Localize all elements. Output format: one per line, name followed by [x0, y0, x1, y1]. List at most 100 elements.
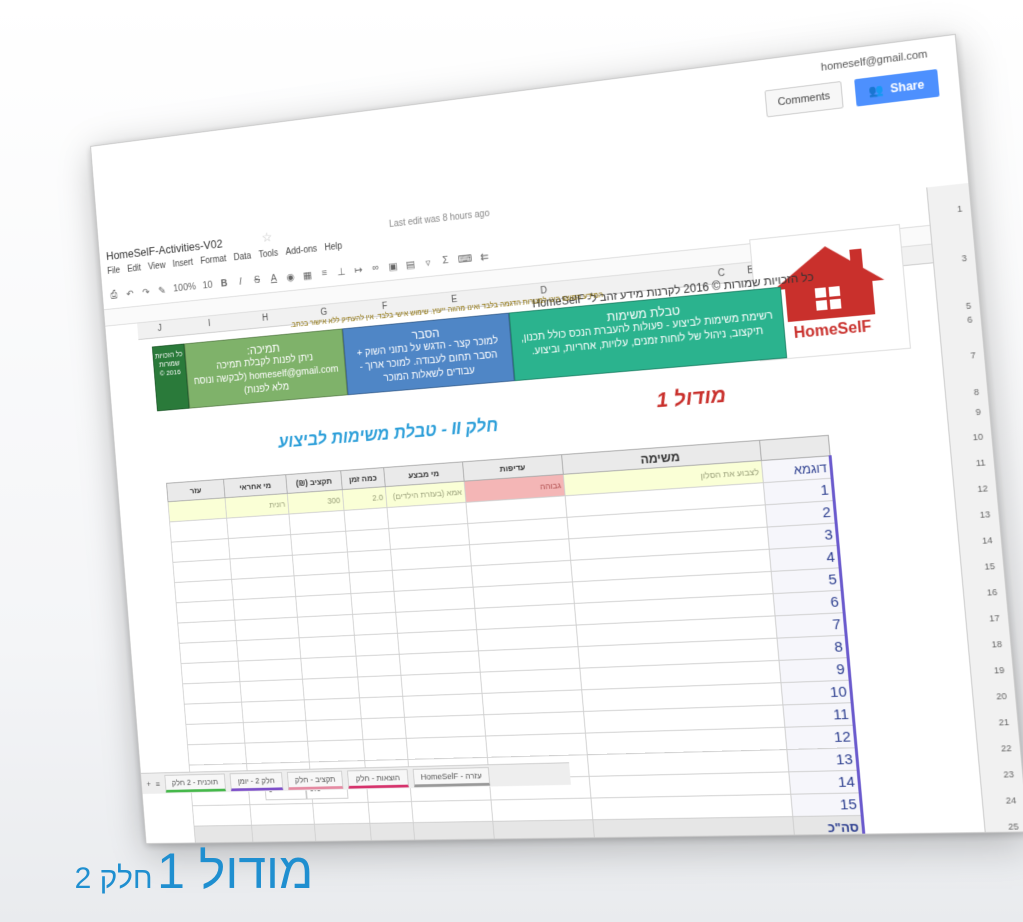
- chart-icon[interactable]: ▤: [405, 258, 416, 271]
- row-number[interactable]: 7: [970, 350, 976, 360]
- comment-icon[interactable]: ▣: [387, 260, 398, 273]
- column-i[interactable]: I: [208, 319, 211, 329]
- menu-insert[interactable]: Insert: [172, 258, 193, 270]
- priority-cell[interactable]: [483, 711, 586, 737]
- comments-button[interactable]: Comments: [764, 80, 844, 118]
- help-cell[interactable]: [180, 661, 240, 684]
- responsible-cell[interactable]: [243, 720, 308, 744]
- budget-cell[interactable]: [302, 676, 360, 700]
- sheet-tab[interactable]: הוצאות - חלק: [347, 768, 409, 789]
- time-cell[interactable]: [356, 654, 401, 677]
- account-email[interactable]: homeself@gmail.com: [821, 48, 929, 73]
- row-number[interactable]: 16: [986, 587, 997, 597]
- menu-addons[interactable]: Add-ons: [285, 244, 317, 257]
- column-j[interactable]: J: [157, 324, 162, 334]
- time-cell[interactable]: [368, 801, 414, 824]
- row-number[interactable]: 6: [967, 315, 973, 325]
- row-number[interactable]: 5: [966, 301, 972, 311]
- zoom-select[interactable]: 100%: [173, 281, 197, 294]
- budget-cell[interactable]: [307, 739, 365, 762]
- budget-cell[interactable]: [299, 635, 357, 659]
- help-cell[interactable]: [179, 640, 239, 664]
- borders-icon[interactable]: ▦: [302, 269, 313, 282]
- add-sheet-icon[interactable]: +: [146, 779, 151, 788]
- time-cell[interactable]: [361, 717, 407, 740]
- menu-format[interactable]: Format: [200, 254, 227, 267]
- row-number[interactable]: 9: [975, 407, 981, 417]
- row-number[interactable]: 3: [961, 253, 967, 263]
- responsible-cell[interactable]: [244, 741, 310, 764]
- font-size-select[interactable]: 10: [202, 280, 213, 292]
- who-cell[interactable]: [402, 693, 484, 718]
- help-cell[interactable]: [185, 722, 245, 745]
- responsible-cell[interactable]: [236, 637, 301, 662]
- priority-cell[interactable]: [485, 733, 588, 758]
- star-icon[interactable]: ☆: [261, 229, 273, 245]
- time-cell[interactable]: [347, 549, 393, 573]
- who-cell[interactable]: [406, 736, 488, 760]
- time-cell[interactable]: [352, 612, 398, 636]
- time-cell[interactable]: [357, 675, 403, 698]
- menu-tools[interactable]: Tools: [258, 248, 278, 260]
- valign-icon[interactable]: ⊥: [336, 265, 347, 278]
- rtl-icon[interactable]: ⇇: [479, 250, 491, 263]
- budget-cell[interactable]: [305, 718, 363, 742]
- help-cell[interactable]: [184, 702, 244, 725]
- responsible-cell[interactable]: [241, 699, 306, 723]
- italic-button[interactable]: I: [235, 276, 246, 288]
- menu-file[interactable]: File: [107, 266, 121, 277]
- menu-data[interactable]: Data: [233, 251, 251, 263]
- row-number[interactable]: 11: [975, 458, 986, 469]
- strike-button[interactable]: S: [252, 274, 263, 286]
- responsible-cell[interactable]: [249, 803, 315, 826]
- row-number[interactable]: 18: [991, 639, 1002, 649]
- column-d[interactable]: D: [540, 286, 547, 297]
- sheet-tab[interactable]: HomeSelF - עזרה: [412, 766, 491, 787]
- help-cell[interactable]: [187, 743, 247, 766]
- time-cell[interactable]: [362, 738, 408, 761]
- responsible-cell[interactable]: [234, 617, 300, 641]
- undo-icon[interactable]: ↶: [125, 287, 135, 299]
- help-cell[interactable]: [192, 804, 252, 827]
- help-cell[interactable]: [176, 599, 235, 624]
- text-color-button[interactable]: A: [268, 273, 279, 285]
- budget-cell[interactable]: [300, 656, 358, 680]
- time-cell[interactable]: [350, 591, 396, 615]
- row-number[interactable]: 13: [979, 509, 990, 520]
- time-cell[interactable]: [349, 570, 394, 594]
- row-number[interactable]: 19: [993, 665, 1004, 675]
- time-cell[interactable]: [354, 633, 400, 657]
- link-icon[interactable]: ∞: [370, 262, 381, 274]
- row-number[interactable]: 23: [1003, 769, 1014, 779]
- budget-cell[interactable]: [304, 697, 362, 721]
- who-cell[interactable]: [411, 799, 493, 823]
- sheet-list-icon[interactable]: ≡: [155, 779, 160, 788]
- row-number[interactable]: 24: [1005, 795, 1016, 805]
- priority-cell[interactable]: [490, 798, 593, 822]
- help-cell[interactable]: [177, 620, 237, 644]
- row-number[interactable]: 20: [996, 691, 1007, 701]
- row-number[interactable]: 14: [982, 535, 993, 546]
- who-cell[interactable]: [404, 714, 486, 739]
- last-edit-link[interactable]: Last edit was 8 hours ago: [389, 209, 490, 230]
- task-cell[interactable]: [590, 794, 793, 820]
- filter-icon[interactable]: ▿: [422, 256, 434, 269]
- sheet-tab[interactable]: תוכנית - 2 חלק: [163, 773, 227, 793]
- menu-help[interactable]: Help: [324, 241, 342, 253]
- row-number[interactable]: 10: [972, 432, 983, 443]
- print-icon[interactable]: ⎙: [109, 289, 119, 301]
- example-time[interactable]: 2.0: [342, 486, 388, 511]
- time-cell[interactable]: [359, 696, 405, 719]
- row-number[interactable]: 8: [973, 387, 979, 397]
- row-number[interactable]: 15: [984, 561, 995, 572]
- time-cell[interactable]: [343, 507, 389, 532]
- budget-cell[interactable]: [297, 614, 355, 638]
- sheet-tab[interactable]: חלק 2 - יומן: [229, 771, 284, 791]
- time-cell[interactable]: [345, 528, 391, 552]
- row-number[interactable]: 25: [1008, 822, 1019, 832]
- row-number[interactable]: 17: [989, 613, 1000, 623]
- redo-icon[interactable]: ↷: [141, 286, 152, 298]
- column-c[interactable]: C: [717, 268, 725, 279]
- who-cell[interactable]: [400, 672, 483, 697]
- row-number[interactable]: 22: [1001, 743, 1012, 753]
